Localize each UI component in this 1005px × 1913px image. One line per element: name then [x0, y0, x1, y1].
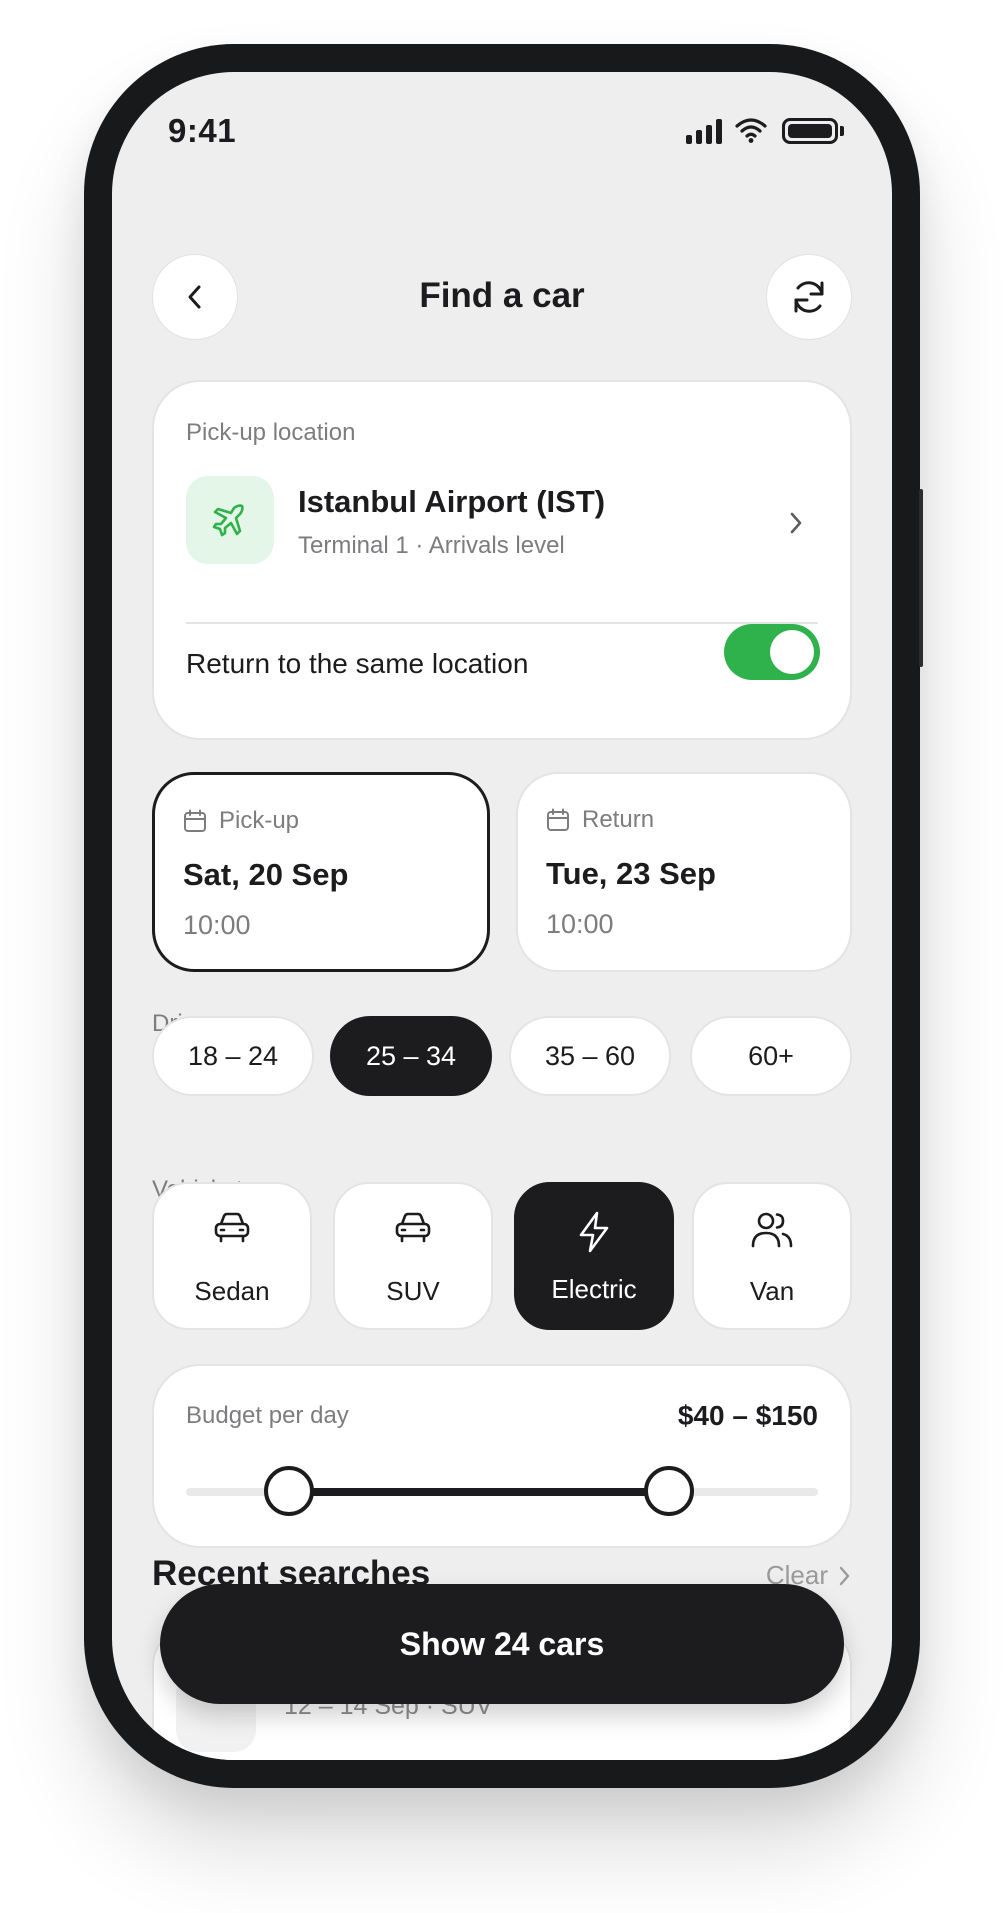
status-bar: 9:41: [112, 72, 892, 182]
budget-range-fill: [289, 1488, 670, 1496]
budget-max-handle[interactable]: [644, 1466, 695, 1516]
stage: 9:41 Find a car Pick-up location Istanbu…: [0, 0, 1005, 1913]
age-chip-35-60[interactable]: 35 – 60: [509, 1016, 671, 1096]
plane-icon: [212, 504, 244, 537]
return-date: Tue, 23 Sep: [546, 856, 716, 891]
return-date-label-row: Return: [546, 806, 654, 834]
budget-card: Budget per day $40 – $150: [152, 1364, 852, 1548]
vehicle-type-label-sedan: Sedan: [194, 1276, 270, 1306]
pickup-date-label-row: Pick-up: [183, 807, 299, 835]
budget-range-slider[interactable]: [186, 1466, 818, 1516]
return-date-label: Return: [582, 806, 655, 833]
pickup-location-label: Pick-up location: [186, 419, 356, 446]
page-title: Find a car: [419, 276, 585, 315]
back-button[interactable]: [152, 254, 238, 340]
return-same-toggle[interactable]: [724, 624, 820, 680]
screen: 9:41 Find a car Pick-up location Istanbu…: [112, 72, 892, 1760]
vehicle-type-suv[interactable]: SUV: [333, 1182, 493, 1330]
wifi-icon: [735, 118, 767, 143]
age-chip-60-plus[interactable]: 60+: [690, 1016, 852, 1096]
battery-tip: [840, 126, 844, 136]
budget-min-handle[interactable]: [264, 1466, 315, 1516]
battery-icon: [782, 118, 838, 144]
vehicle-type-label-van: Van: [749, 1276, 795, 1306]
vehicle-type-label-suv: SUV: [386, 1276, 440, 1306]
phone-frame: 9:41 Find a car Pick-up location Istanbu…: [84, 44, 923, 1788]
lightning-icon: [579, 1211, 609, 1253]
refresh-icon: [794, 281, 824, 313]
chevron-right-icon: [839, 1566, 850, 1585]
show-cars-button[interactable]: Show 24 cars: [160, 1584, 844, 1704]
budget-label: Budget per day: [186, 1402, 349, 1429]
calendar-icon: [547, 808, 569, 831]
status-time: 9:41: [168, 112, 237, 149]
users-icon: [751, 1212, 793, 1248]
divider: [186, 622, 818, 624]
location-detail: Terminal 1 · Arrivals level: [298, 532, 565, 559]
pickup-date-label: Pick-up: [219, 807, 300, 834]
car-icon: [395, 1212, 431, 1243]
refresh-button[interactable]: [766, 254, 852, 340]
location-name[interactable]: Istanbul Airport (IST): [298, 484, 605, 520]
chevron-right-icon[interactable]: [788, 510, 804, 536]
return-time: 10:00: [546, 909, 614, 939]
side-button: [919, 489, 923, 667]
chevron-left-icon: [188, 285, 201, 309]
age-chip-25-34[interactable]: 25 – 34: [330, 1016, 492, 1096]
budget-value: $40 – $150: [677, 1400, 818, 1431]
vehicle-type-sedan[interactable]: Sedan: [152, 1182, 312, 1330]
pickup-date: Sat, 20 Sep: [183, 857, 349, 892]
return-same-label: Return to the same location: [186, 648, 529, 679]
pickup-location-card: Pick-up location Istanbul Airport (IST) …: [152, 380, 852, 740]
toggle-knob: [770, 630, 814, 674]
signal-icon: [686, 118, 722, 144]
car-icon: [214, 1212, 250, 1243]
vehicle-type-label-electric: Electric: [551, 1274, 637, 1304]
calendar-icon: [184, 809, 206, 832]
vehicle-type-electric[interactable]: Electric: [514, 1182, 674, 1330]
vehicle-type-van[interactable]: Van: [692, 1182, 852, 1330]
pickup-date-card[interactable]: Pick-up Sat, 20 Sep 10:00: [152, 772, 490, 972]
return-date-card[interactable]: Return Tue, 23 Sep 10:00: [516, 772, 852, 972]
age-chip-18-24[interactable]: 18 – 24: [152, 1016, 314, 1096]
location-icon-box: [186, 476, 274, 564]
pickup-time: 10:00: [183, 910, 251, 940]
